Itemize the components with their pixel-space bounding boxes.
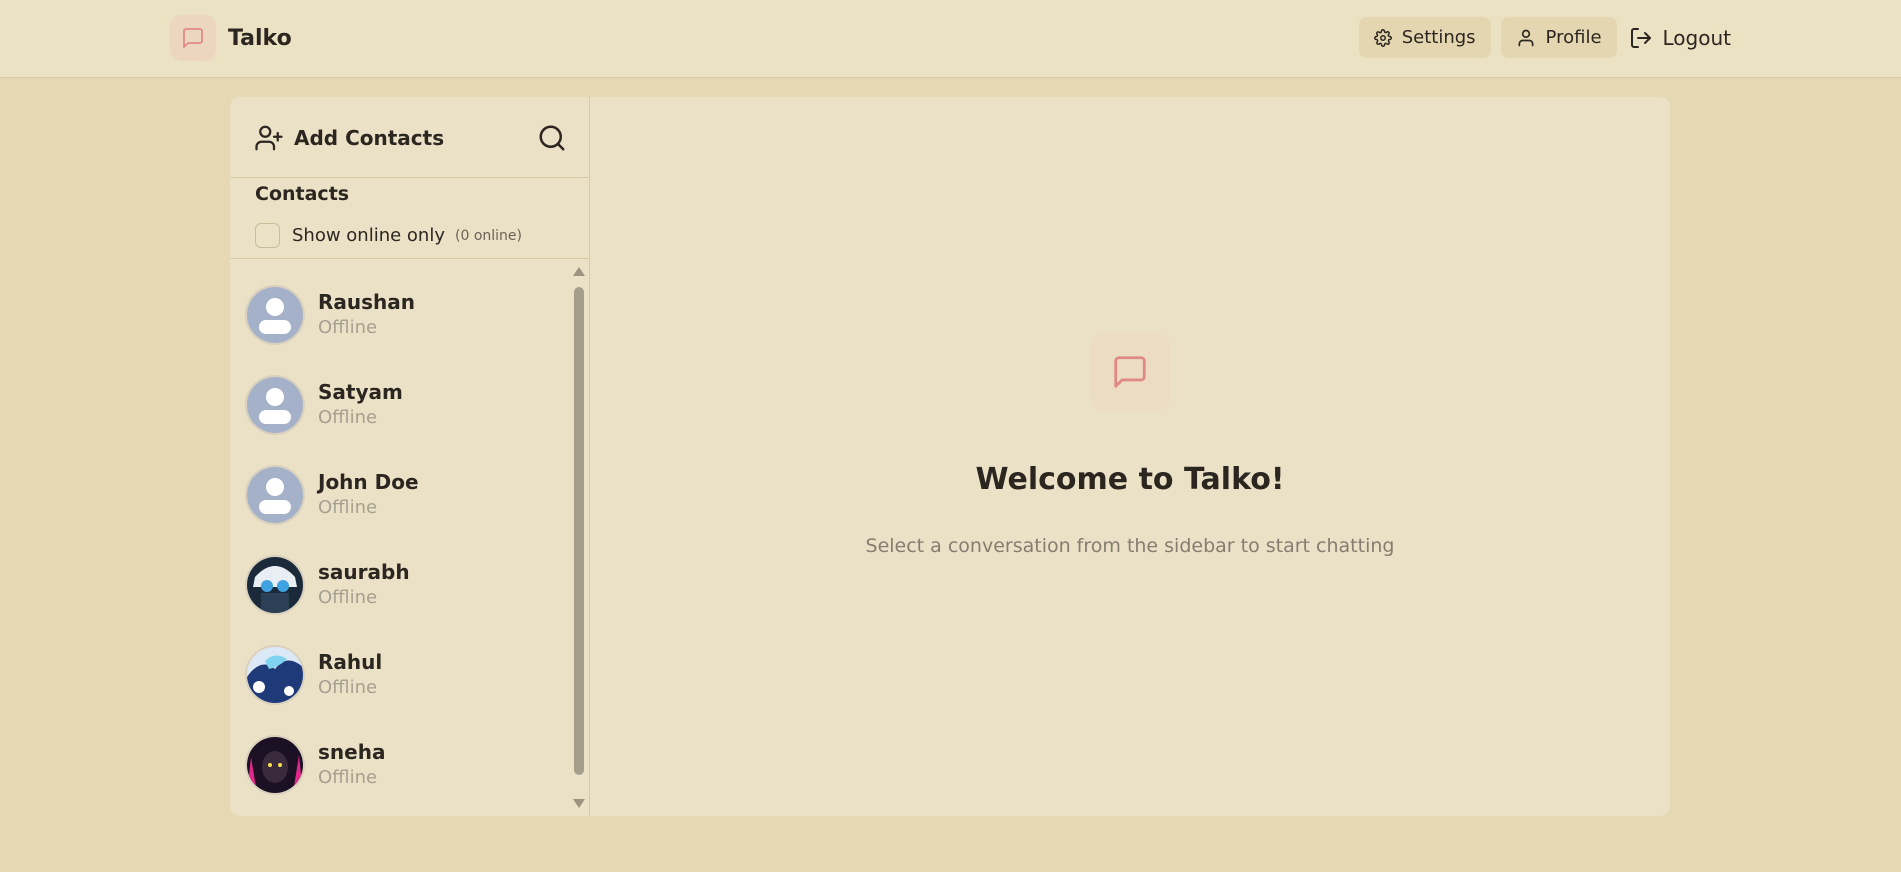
chat-container: Add Contacts Contacts Show online only (… xyxy=(230,97,1670,816)
search-icon xyxy=(537,123,567,153)
online-filter: Show online only (0 online) xyxy=(255,223,522,248)
avatar xyxy=(245,465,305,525)
profile-label: Profile xyxy=(1545,27,1602,48)
contact-item[interactable]: saurabh Offline xyxy=(245,549,565,621)
contacts-heading: Contacts xyxy=(255,183,350,205)
avatar xyxy=(245,555,305,615)
online-count: (0 online) xyxy=(455,227,522,244)
contacts-sidebar: Add Contacts Contacts Show online only (… xyxy=(230,97,590,816)
divider xyxy=(230,258,590,259)
avatar xyxy=(245,645,305,705)
contact-name: Raushan xyxy=(318,290,416,314)
scrollbar-thumb[interactable] xyxy=(574,287,584,775)
add-contacts-label: Add Contacts xyxy=(294,126,445,150)
show-online-checkbox[interactable] xyxy=(255,223,280,248)
contact-status: Offline xyxy=(318,587,378,608)
user-icon xyxy=(1516,28,1536,48)
contact-status: Offline xyxy=(318,407,378,428)
top-navbar: Talko Settings Profile Logout xyxy=(0,0,1901,78)
contact-item[interactable]: Rahul Offline xyxy=(245,639,565,711)
scroll-up-arrow-icon[interactable] xyxy=(573,267,585,276)
brand[interactable]: Talko xyxy=(170,15,292,61)
logout-label: Logout xyxy=(1662,25,1731,50)
contact-status: Offline xyxy=(318,497,378,518)
scroll-down-arrow-icon[interactable] xyxy=(573,799,585,808)
contact-name: Satyam xyxy=(318,380,403,404)
contact-item[interactable]: John Doe Offline xyxy=(245,459,565,531)
contact-item[interactable]: Raushan Offline xyxy=(245,279,565,351)
contact-status: Offline xyxy=(318,677,378,698)
top-nav: Settings Profile Logout xyxy=(1349,17,1731,58)
app-name: Talko xyxy=(228,25,292,51)
add-contacts-button[interactable]: Add Contacts xyxy=(254,123,444,153)
user-plus-icon xyxy=(254,123,284,153)
search-button[interactable] xyxy=(537,123,567,153)
logout-icon xyxy=(1629,26,1653,50)
settings-label: Settings xyxy=(1401,27,1476,48)
sidebar-header: Add Contacts xyxy=(230,97,589,178)
welcome-panel: Welcome to Talko! Select a conversation … xyxy=(590,97,1670,816)
contact-item[interactable]: Satyam Offline xyxy=(245,369,565,441)
contact-list: Raushan Offline Satyam Offline John Doe … xyxy=(230,267,568,807)
settings-button[interactable]: Settings xyxy=(1358,17,1491,58)
welcome-title: Welcome to Talko! xyxy=(975,462,1285,497)
show-online-label[interactable]: Show online only xyxy=(292,225,445,246)
message-square-icon xyxy=(1090,332,1170,412)
scrollbar[interactable] xyxy=(571,267,586,812)
logout-button[interactable]: Logout xyxy=(1629,26,1731,50)
contact-status: Offline xyxy=(318,317,378,338)
contact-item[interactable]: sneha Offline xyxy=(245,729,565,801)
welcome-subtitle: Select a conversation from the sidebar t… xyxy=(865,535,1395,557)
contact-name: sneha xyxy=(318,740,386,764)
avatar xyxy=(245,735,305,795)
contact-name: John Doe xyxy=(318,470,419,494)
avatar xyxy=(245,375,305,435)
profile-button[interactable]: Profile xyxy=(1500,17,1617,58)
contact-name: Rahul xyxy=(318,650,383,674)
contact-status: Offline xyxy=(318,767,378,788)
contact-name: saurabh xyxy=(318,560,410,584)
avatar xyxy=(245,285,305,345)
gear-icon xyxy=(1373,28,1392,47)
message-square-icon xyxy=(170,15,216,61)
